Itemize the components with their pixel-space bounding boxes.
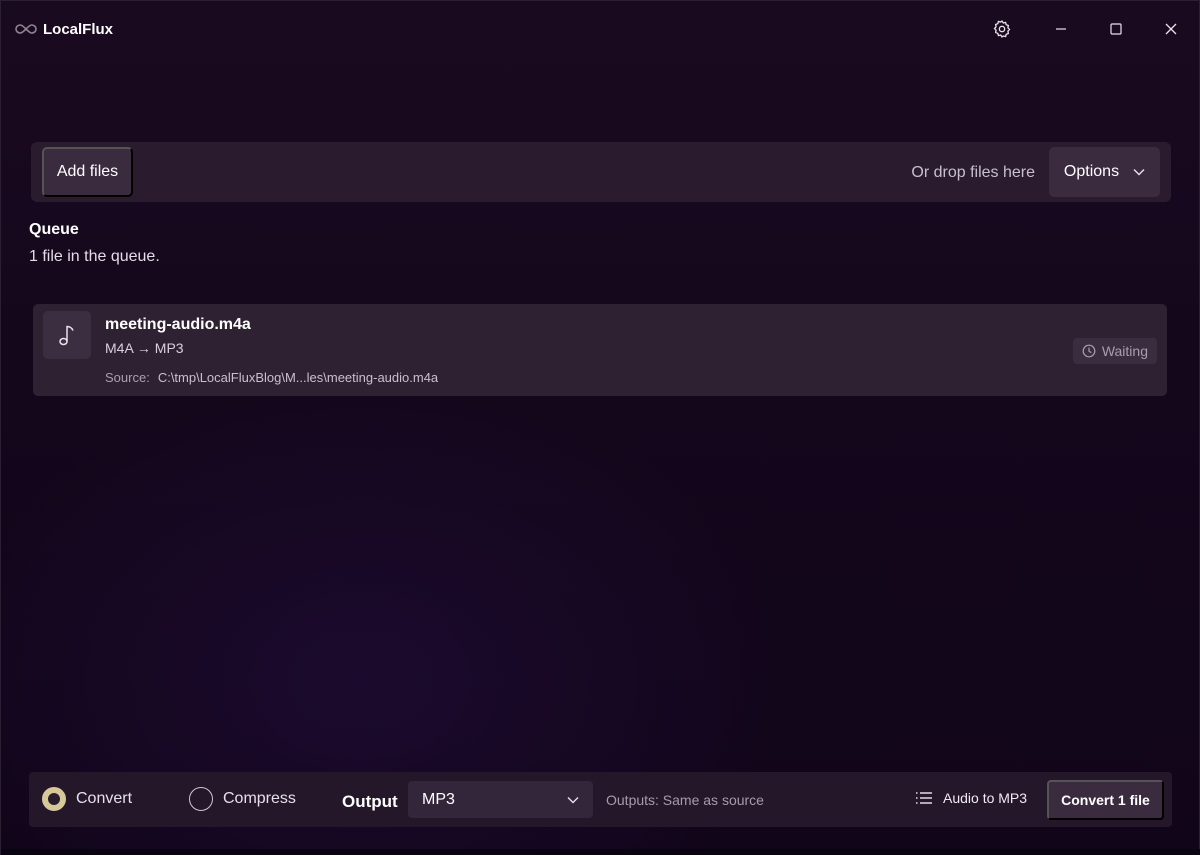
- maximize-button[interactable]: [1096, 13, 1136, 45]
- file-source: Source: C:\tmp\LocalFluxBlog\M...les\meet…: [105, 370, 438, 385]
- preset-button[interactable]: Audio to MP3: [915, 790, 1027, 806]
- queue-item[interactable]: meeting-audio.m4a M4A → MP3 Source: C:\tm…: [33, 304, 1167, 396]
- list-icon: [916, 792, 932, 804]
- app-window: LocalFlux Add files Or drop files here O…: [0, 0, 1200, 855]
- queue-title: Queue: [29, 221, 79, 238]
- options-button[interactable]: Options: [1049, 147, 1160, 197]
- app-logo-icon: [15, 24, 37, 34]
- mode-compress-label: Compress: [223, 790, 296, 807]
- file-conversion: M4A → MP3: [105, 340, 184, 356]
- gear-icon: [993, 20, 1011, 38]
- source-label: Source:: [105, 370, 150, 385]
- chevron-down-icon: [567, 796, 579, 803]
- close-button[interactable]: [1151, 13, 1191, 45]
- clock-icon: [1082, 344, 1096, 358]
- status-badge: Waiting: [1072, 338, 1157, 364]
- app-title: LocalFlux: [43, 21, 114, 38]
- settings-button[interactable]: [982, 13, 1022, 45]
- window-bottom-edge: [1, 849, 1200, 855]
- minimize-icon: [1056, 28, 1066, 30]
- convert-button[interactable]: Convert 1 file: [1047, 780, 1164, 820]
- queue-count: 1 file in the queue.: [29, 248, 160, 265]
- output-label: Output: [342, 792, 398, 811]
- bottom-action-bar: Convert Compress Output MP3 Outputs: Sam…: [29, 772, 1172, 827]
- mode-compress-radio[interactable]: Compress: [189, 787, 296, 811]
- file-name: meeting-audio.m4a: [105, 316, 251, 333]
- file-type-tile: [43, 311, 91, 359]
- radio-selected-icon: [42, 787, 66, 811]
- preset-label: Audio to MP3: [943, 790, 1028, 806]
- maximize-icon: [1110, 23, 1122, 35]
- source-path: C:\tmp\LocalFluxBlog\M...les\meeting-aud…: [157, 370, 439, 385]
- options-label: Options: [1063, 163, 1120, 180]
- output-format-select[interactable]: MP3: [408, 781, 593, 818]
- chevron-down-icon: [1133, 169, 1145, 176]
- music-note-icon: [59, 325, 74, 346]
- output-format-value: MP3: [422, 790, 455, 808]
- add-files-button[interactable]: Add files: [42, 147, 133, 197]
- drop-hint: Or drop files here: [911, 164, 1035, 181]
- title-bar[interactable]: LocalFlux: [1, 1, 1200, 57]
- outputs-hint: Outputs: Same as source: [606, 792, 764, 808]
- minimize-button[interactable]: [1041, 13, 1081, 45]
- mode-convert-label: Convert: [76, 790, 133, 807]
- add-files-bar[interactable]: Add files Or drop files here Options: [31, 142, 1171, 202]
- close-icon: [1165, 23, 1177, 35]
- status-label: Waiting: [1101, 343, 1148, 359]
- radio-unselected-icon: [189, 787, 213, 811]
- mode-convert-radio[interactable]: Convert: [42, 787, 132, 811]
